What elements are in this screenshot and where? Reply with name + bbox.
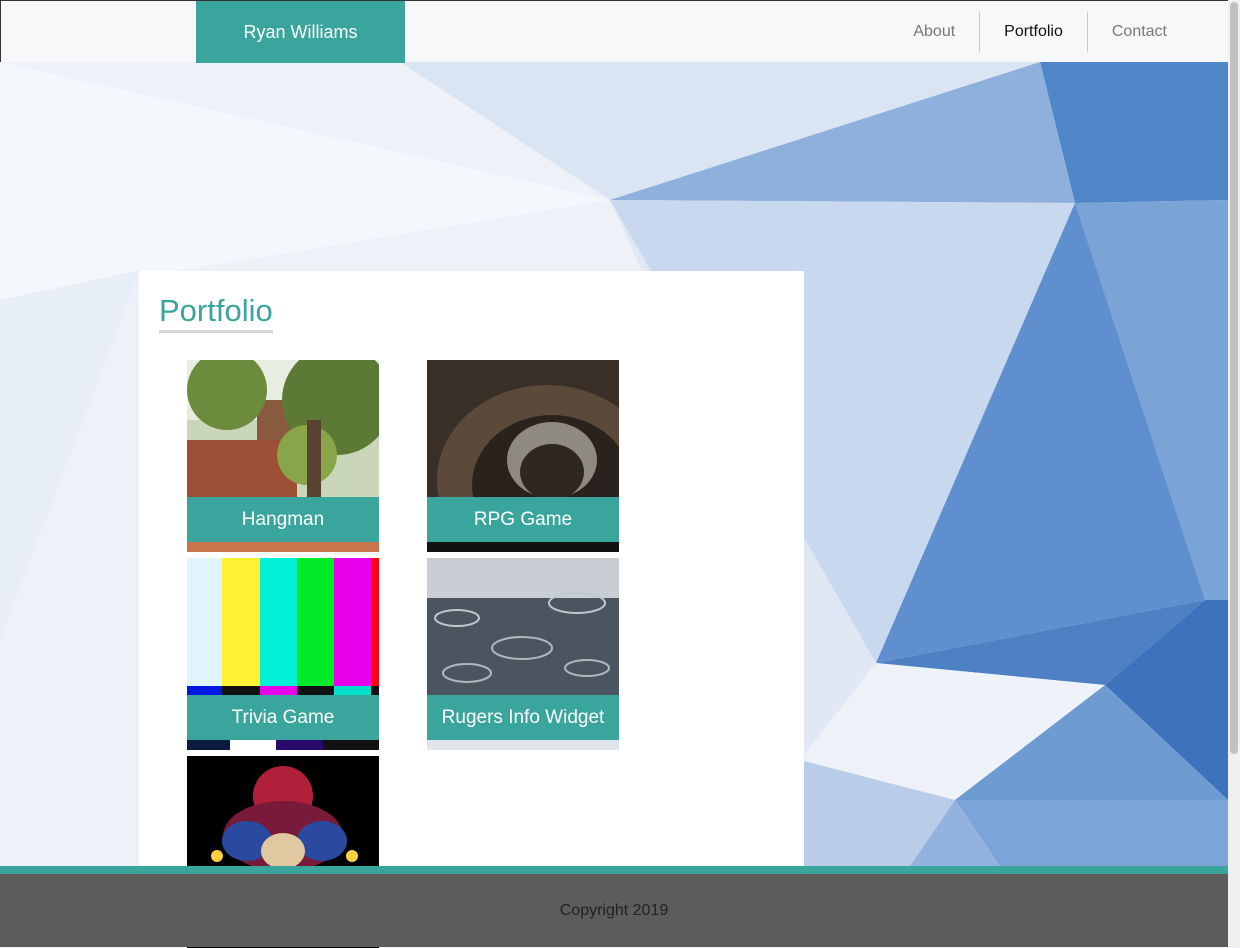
nav-link-portfolio[interactable]: Portfolio (979, 12, 1087, 52)
tile-label: Trivia Game (187, 695, 379, 740)
tile-label: RPG Game (427, 497, 619, 542)
page-scrollbar[interactable] (1228, 0, 1240, 947)
footer: Copyright 2019 (0, 866, 1228, 947)
portfolio-item-trivia-game[interactable]: Trivia Game (187, 558, 379, 750)
portfolio-item-rpg-game[interactable]: RPG Game (427, 360, 619, 552)
tile-label: Hangman (187, 497, 379, 542)
page-title: Portfolio (159, 293, 273, 333)
portfolio-item-hangman[interactable]: Hangman (187, 360, 379, 552)
nav-link-contact[interactable]: Contact (1086, 12, 1191, 52)
nav-links: About Portfolio Contact (889, 12, 1191, 52)
scrollbar-thumb[interactable] (1230, 2, 1238, 754)
tile-label: Rugers Info Widget (427, 695, 619, 740)
nav-link-about[interactable]: About (889, 12, 979, 52)
portfolio-item-rugers-info-widget[interactable]: Rugers Info Widget (427, 558, 619, 750)
brand-link[interactable]: Ryan Williams (196, 1, 405, 63)
portfolio-panel: Portfolio Hangman RPG Game Trivia Game R… (139, 271, 804, 948)
top-navbar: Ryan Williams About Portfolio Contact (0, 0, 1228, 63)
copyright-text: Copyright 2019 (559, 901, 669, 919)
